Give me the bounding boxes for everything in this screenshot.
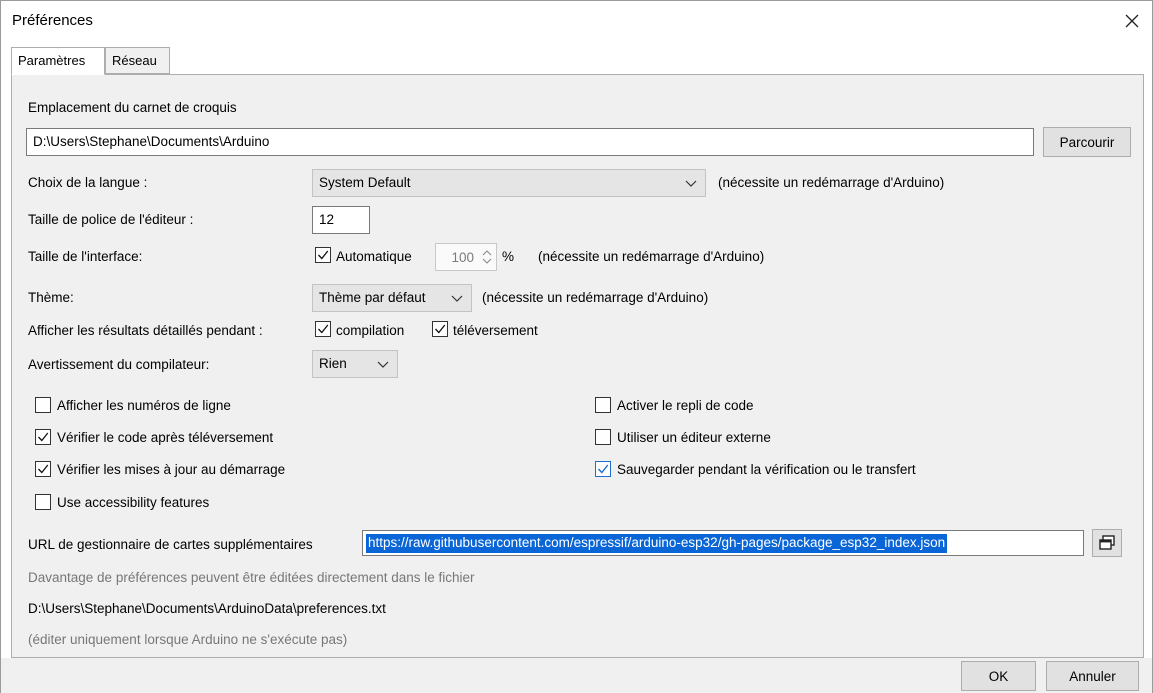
sketchbook-path-input[interactable]: D:\Users\Stephane\Documents\Arduino (26, 128, 1034, 156)
font-size-label: Taille de police de l'éditeur : (28, 212, 194, 227)
interface-size-note: (nécessite un redémarrage d'Arduino) (538, 249, 765, 264)
verbose-compile-checkbox[interactable] (315, 321, 331, 337)
more-prefs-hint: Davantage de préférences peuvent être éd… (28, 570, 475, 585)
chevron-down-icon (377, 361, 389, 368)
warnings-select[interactable]: Rien (312, 350, 398, 378)
save-on-verify-label: Sauvegarder pendant la vérification ou l… (617, 462, 916, 477)
close-button[interactable] (1112, 1, 1152, 41)
checkmark-icon (318, 250, 329, 260)
language-label: Choix de la langue : (28, 175, 148, 190)
verify-after-upload-checkbox[interactable] (35, 429, 51, 445)
theme-select[interactable]: Thème par défaut (312, 284, 472, 312)
settings-panel: Emplacement du carnet de croquis D:\User… (11, 74, 1144, 658)
checkmark-icon (38, 432, 49, 442)
chevron-down-icon (685, 180, 697, 187)
preferences-window: Préférences Paramètres Réseau Emplacemen… (0, 0, 1153, 693)
verbose-upload-checkbox[interactable] (432, 321, 448, 337)
dialog-footer: OK Annuler (1, 658, 1152, 693)
external-editor-checkbox[interactable] (595, 429, 611, 445)
sketchbook-label: Emplacement du carnet de croquis (28, 100, 237, 115)
external-editor-label: Utiliser un éditeur externe (617, 430, 771, 445)
boards-url-label: URL de gestionnaire de cartes supplément… (28, 537, 313, 552)
font-size-input[interactable]: 12 (312, 206, 370, 234)
scale-spinner[interactable]: 100 (435, 243, 497, 271)
checkmark-icon (318, 324, 329, 334)
interface-size-label: Taille de l'interface: (28, 249, 143, 264)
window-title: Préférences (12, 12, 93, 29)
expand-url-button[interactable] (1092, 529, 1122, 557)
check-updates-label: Vérifier les mises à jour au démarrage (57, 462, 286, 477)
ok-button[interactable]: OK (961, 661, 1036, 691)
accessibility-checkbox[interactable] (35, 494, 51, 510)
scale-unit: % (502, 249, 515, 264)
line-numbers-checkbox[interactable] (35, 397, 51, 413)
auto-scale-checkbox[interactable] (315, 247, 331, 263)
verify-after-upload-label: Vérifier le code après téléversement (57, 430, 274, 445)
verbose-label: Afficher les résultats détaillés pendant… (28, 323, 263, 338)
close-icon (1125, 14, 1139, 28)
tab-reseau-label: Réseau (112, 53, 157, 68)
code-folding-label: Activer le repli de code (617, 398, 754, 413)
accessibility-label: Use accessibility features (57, 495, 210, 510)
auto-scale-label: Automatique (336, 249, 412, 264)
spin-arrows-icon (482, 250, 492, 264)
boards-url-selection: https://raw.githubusercontent.com/espres… (366, 534, 948, 553)
title-bar: Préférences (1, 1, 1152, 41)
theme-label: Thème: (28, 290, 74, 305)
tab-reseau[interactable]: Réseau (105, 47, 170, 74)
tab-parametres[interactable]: Paramètres (11, 47, 105, 75)
theme-note: (nécessite un redémarrage d'Arduino) (482, 290, 709, 305)
tab-parametres-label: Paramètres (18, 53, 86, 68)
more-prefs-note: (éditer uniquement lorsque Arduino ne s'… (28, 632, 348, 647)
preferences-file-path: D:\Users\Stephane\Documents\ArduinoData\… (28, 601, 386, 616)
browse-button[interactable]: Parcourir (1043, 127, 1131, 157)
verbose-compile-label: compilation (336, 323, 405, 338)
language-note: (nécessite un redémarrage d'Arduino) (718, 175, 945, 190)
cancel-button[interactable]: Annuler (1046, 661, 1139, 691)
code-folding-checkbox[interactable] (595, 397, 611, 413)
language-select[interactable]: System Default (312, 169, 706, 197)
check-updates-checkbox[interactable] (35, 461, 51, 477)
checkmark-icon (597, 464, 609, 474)
boards-url-input[interactable]: https://raw.githubusercontent.com/espres… (362, 530, 1084, 556)
save-on-verify-checkbox[interactable] (595, 461, 611, 477)
line-numbers-label: Afficher les numéros de ligne (57, 398, 231, 413)
language-value: System Default (319, 175, 411, 190)
warnings-value: Rien (319, 356, 347, 371)
verbose-upload-label: téléversement (453, 323, 538, 338)
warnings-label: Avertissement du compilateur: (28, 357, 210, 372)
checkmark-icon (435, 324, 446, 334)
checkmark-icon (38, 464, 49, 474)
theme-value: Thème par défaut (319, 290, 426, 305)
window-expand-icon (1099, 535, 1115, 550)
scale-value: 100 (451, 250, 474, 265)
chevron-down-icon (451, 295, 463, 302)
